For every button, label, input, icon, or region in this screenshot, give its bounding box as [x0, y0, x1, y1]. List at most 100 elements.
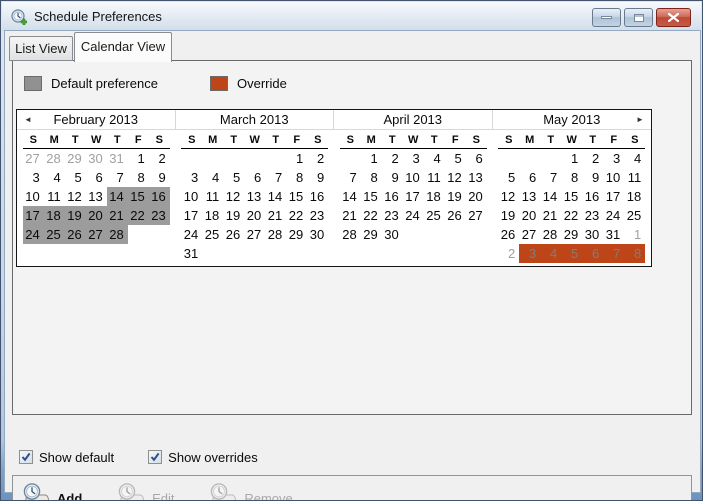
calendar-day-cell[interactable]: 21: [340, 206, 361, 225]
calendar-day-cell[interactable]: 24: [603, 206, 624, 225]
calendar-day-cell[interactable]: 12: [445, 168, 466, 187]
calendar-day-cell[interactable]: 27: [466, 206, 487, 225]
calendar-day-cell[interactable]: 8: [361, 168, 382, 187]
calendar-day-cell[interactable]: 16: [582, 187, 603, 206]
calendar-day-cell[interactable]: 1: [361, 149, 382, 168]
calendar-day-cell[interactable]: 28: [340, 225, 361, 244]
calendar-day-cell[interactable]: 13: [466, 168, 487, 187]
calendar-day-cell[interactable]: 5: [445, 149, 466, 168]
calendar-day-cell[interactable]: 30: [382, 225, 403, 244]
calendar-day-cell[interactable]: 21: [540, 206, 561, 225]
calendar-day-cell[interactable]: 10: [23, 187, 44, 206]
calendar-day-cell[interactable]: 23: [307, 206, 328, 225]
calendar-day-cell[interactable]: 6: [519, 168, 540, 187]
calendar-day-cell[interactable]: 19: [223, 206, 244, 225]
remove-button[interactable]: Remove: [205, 480, 298, 501]
calendar-day-cell[interactable]: 8: [624, 244, 645, 263]
calendar-day-cell[interactable]: 6: [86, 168, 107, 187]
calendar-day-cell[interactable]: 7: [265, 168, 286, 187]
calendar-day-cell[interactable]: 27: [23, 149, 44, 168]
calendar-day-cell[interactable]: 12: [223, 187, 244, 206]
calendar-day-cell[interactable]: 7: [540, 168, 561, 187]
calendar-day-cell[interactable]: 6: [244, 168, 265, 187]
calendar-day-cell[interactable]: 31: [181, 244, 202, 263]
calendar-day-cell[interactable]: 28: [44, 149, 65, 168]
calendar-day-cell[interactable]: 18: [44, 206, 65, 225]
calendar-day-cell[interactable]: 16: [382, 187, 403, 206]
calendar-day-cell[interactable]: 27: [519, 225, 540, 244]
calendar-day-cell[interactable]: 1: [561, 149, 582, 168]
checkbox-checked-icon[interactable]: [19, 450, 33, 464]
calendar-day-cell[interactable]: 10: [403, 168, 424, 187]
calendar-next-button[interactable]: ►: [632, 112, 648, 128]
calendar-day-cell[interactable]: 11: [624, 168, 645, 187]
calendar-day-cell[interactable]: 21: [265, 206, 286, 225]
calendar-day-cell[interactable]: 2: [582, 149, 603, 168]
calendar-prev-button[interactable]: ◄: [20, 112, 36, 128]
calendar-day-cell[interactable]: 15: [128, 187, 149, 206]
calendar-day-cell[interactable]: 28: [107, 225, 128, 244]
calendar-day-cell[interactable]: 8: [128, 168, 149, 187]
calendar-day-cell[interactable]: 17: [403, 187, 424, 206]
calendar-day-cell[interactable]: 23: [382, 206, 403, 225]
calendar-day-cell[interactable]: 2: [382, 149, 403, 168]
calendar-day-cell[interactable]: 4: [44, 168, 65, 187]
calendar-day-cell[interactable]: 13: [86, 187, 107, 206]
calendar-day-cell[interactable]: 3: [519, 244, 540, 263]
calendar-day-cell[interactable]: 29: [286, 225, 307, 244]
calendar-day-cell[interactable]: 7: [603, 244, 624, 263]
calendar-day-cell[interactable]: 16: [149, 187, 170, 206]
calendar-day-cell[interactable]: 29: [65, 149, 86, 168]
calendar-day-cell[interactable]: 5: [223, 168, 244, 187]
calendar-day-cell[interactable]: 30: [307, 225, 328, 244]
calendar-day-cell[interactable]: 20: [244, 206, 265, 225]
calendar-day-cell[interactable]: 2: [149, 149, 170, 168]
calendar-day-cell[interactable]: 9: [382, 168, 403, 187]
calendar-day-cell[interactable]: 22: [361, 206, 382, 225]
calendar-day-cell[interactable]: 25: [624, 206, 645, 225]
calendar-day-cell[interactable]: 10: [181, 187, 202, 206]
calendar-day-cell[interactable]: 3: [403, 149, 424, 168]
checkbox-show-default[interactable]: Show default: [19, 450, 114, 465]
calendar-day-cell[interactable]: 27: [86, 225, 107, 244]
calendar-day-cell[interactable]: 7: [340, 168, 361, 187]
calendar-day-cell[interactable]: 13: [244, 187, 265, 206]
maximize-button[interactable]: [624, 8, 653, 27]
calendar-day-cell[interactable]: 3: [181, 168, 202, 187]
calendar-day-cell[interactable]: 4: [624, 149, 645, 168]
calendar-day-cell[interactable]: 17: [181, 206, 202, 225]
tab-list-view[interactable]: List View: [9, 36, 73, 61]
calendar-day-cell[interactable]: 17: [603, 187, 624, 206]
calendar-day-cell[interactable]: 12: [498, 187, 519, 206]
calendar-day-cell[interactable]: 18: [202, 206, 223, 225]
calendar-day-cell[interactable]: 10: [603, 168, 624, 187]
calendar-day-cell[interactable]: 14: [340, 187, 361, 206]
calendar-day-cell[interactable]: 20: [519, 206, 540, 225]
calendar-day-cell[interactable]: 6: [582, 244, 603, 263]
calendar-day-cell[interactable]: 13: [519, 187, 540, 206]
calendar-day-cell[interactable]: 15: [361, 187, 382, 206]
calendar-day-cell[interactable]: 7: [107, 168, 128, 187]
calendar-day-cell[interactable]: 8: [286, 168, 307, 187]
checkbox-show-overrides[interactable]: Show overrides: [148, 450, 258, 465]
calendar-day-cell[interactable]: 3: [23, 168, 44, 187]
calendar-day-cell[interactable]: 9: [582, 168, 603, 187]
calendar-day-cell[interactable]: 8: [561, 168, 582, 187]
calendar-day-cell[interactable]: 23: [582, 206, 603, 225]
calendar-day-cell[interactable]: 9: [149, 168, 170, 187]
calendar-day-cell[interactable]: 18: [424, 187, 445, 206]
edit-button[interactable]: Edit...: [113, 480, 191, 501]
calendar-day-cell[interactable]: 22: [128, 206, 149, 225]
calendar-day-cell[interactable]: 1: [128, 149, 149, 168]
calendar-day-cell[interactable]: 26: [498, 225, 519, 244]
calendar-day-cell[interactable]: 15: [286, 187, 307, 206]
add-button[interactable]: Add...: [18, 480, 99, 501]
titlebar[interactable]: Schedule Preferences: [2, 2, 701, 31]
calendar-day-cell[interactable]: 27: [244, 225, 265, 244]
calendar-day-cell[interactable]: 26: [445, 206, 466, 225]
calendar-day-cell[interactable]: 4: [202, 168, 223, 187]
calendar-day-cell[interactable]: 31: [603, 225, 624, 244]
calendar-day-cell[interactable]: 25: [424, 206, 445, 225]
calendar-day-cell[interactable]: 11: [424, 168, 445, 187]
calendar-day-cell[interactable]: 4: [540, 244, 561, 263]
